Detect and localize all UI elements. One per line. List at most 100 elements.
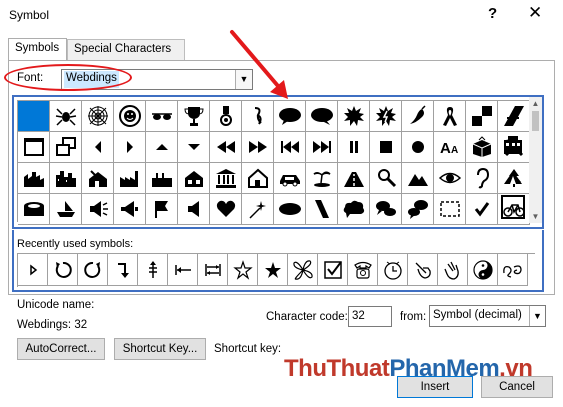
symbol-cell[interactable] [146, 194, 178, 225]
symbol-cell[interactable] [242, 194, 274, 225]
recent-cell[interactable] [378, 254, 408, 286]
symbol-cell[interactable] [50, 101, 82, 132]
symbol-cell[interactable] [306, 101, 338, 132]
symbol-cell[interactable] [434, 101, 466, 132]
recent-cell[interactable] [258, 254, 288, 286]
symbol-cell[interactable] [178, 132, 210, 163]
shortcut-key-button[interactable]: Shortcut Key... [114, 338, 206, 360]
symbol-cell[interactable] [178, 163, 210, 194]
close-icon[interactable]: ✕ [528, 3, 542, 23]
scroll-up-icon[interactable]: ▲ [529, 98, 542, 109]
symbol-cell[interactable] [114, 194, 146, 225]
tab-symbols[interactable]: Symbols [8, 38, 67, 61]
autocorrect-button[interactable]: AutoCorrect... [17, 338, 105, 360]
recent-cell[interactable] [348, 254, 378, 286]
recent-cell[interactable] [468, 254, 498, 286]
symbol-cell[interactable] [306, 194, 338, 225]
symbol-cell[interactable] [210, 101, 242, 132]
symbol-cell[interactable] [146, 132, 178, 163]
chevron-down-icon[interactable]: ▼ [235, 70, 252, 89]
from-label: from: [400, 311, 427, 323]
symbol-cell[interactable] [306, 132, 338, 163]
symbol-cell[interactable] [274, 194, 306, 225]
symbol-cell[interactable] [274, 132, 306, 163]
symbol-cell[interactable] [402, 163, 434, 194]
scroll-thumb[interactable] [532, 111, 539, 131]
symbol-cell[interactable]: AA [434, 132, 466, 163]
symbol-cell[interactable] [114, 101, 146, 132]
symbol-cell[interactable] [370, 132, 402, 163]
help-button[interactable]: ? [488, 5, 497, 22]
symbol-cell[interactable] [498, 129, 528, 160]
symbol-cell[interactable] [146, 163, 178, 194]
font-dropdown[interactable]: Webdings ▼ [61, 69, 253, 90]
recent-cell[interactable] [108, 254, 138, 286]
symbol-cell[interactable] [466, 163, 498, 194]
grid-scrollbar[interactable]: ▲ ▼ [529, 97, 542, 223]
symbol-cell[interactable] [82, 101, 114, 132]
symbol-cell[interactable] [338, 163, 370, 194]
recent-cell[interactable] [78, 254, 108, 286]
recent-cell[interactable] [318, 254, 348, 286]
recent-cell[interactable] [228, 254, 258, 286]
symbol-cell[interactable] [338, 101, 370, 132]
symbol-cell[interactable] [242, 101, 274, 132]
symbol-cell[interactable] [18, 132, 50, 163]
recent-cell[interactable] [168, 254, 198, 286]
symbol-cell[interactable] [306, 163, 338, 194]
symbol-cell[interactable] [18, 194, 50, 225]
symbol-cell[interactable] [274, 101, 306, 132]
symbol-cell[interactable] [402, 101, 434, 132]
symbol-cell[interactable] [242, 163, 274, 194]
recent-cell[interactable] [138, 254, 168, 286]
symbol-cell[interactable] [402, 194, 434, 225]
recent-cell[interactable] [498, 254, 528, 286]
symbol-cell[interactable] [114, 132, 146, 163]
circular-arrow-left-icon [55, 261, 72, 278]
symbol-cell[interactable] [498, 160, 528, 191]
symbol-cell[interactable] [50, 163, 82, 194]
symbol-cell[interactable] [82, 194, 114, 225]
symbol-cell[interactable] [466, 132, 498, 163]
symbol-cell[interactable] [434, 194, 466, 225]
symbol-cell[interactable] [242, 132, 274, 163]
tab-special-characters[interactable]: Special Characters [67, 39, 185, 60]
symbol-cell[interactable] [178, 194, 210, 225]
symbol-cell[interactable] [178, 101, 210, 132]
symbol-cell[interactable] [210, 163, 242, 194]
recent-cell[interactable] [198, 254, 228, 286]
symbol-cell[interactable] [370, 101, 402, 132]
symbol-cell[interactable] [466, 194, 498, 225]
symbol-cell[interactable] [370, 194, 402, 225]
symbol-cell[interactable] [50, 132, 82, 163]
recent-cell[interactable] [408, 254, 438, 286]
font-value: Webdings [64, 71, 119, 88]
symbol-cell[interactable] [50, 194, 82, 225]
symbol-cell-selected[interactable] [18, 101, 50, 132]
from-dropdown[interactable]: Symbol (decimal) ▼ [429, 305, 546, 327]
symbol-cell[interactable] [274, 163, 306, 194]
symbol-cell[interactable] [82, 132, 114, 163]
symbol-cell[interactable] [338, 194, 370, 225]
scroll-down-icon[interactable]: ▼ [529, 211, 542, 222]
symbol-cell[interactable] [18, 163, 50, 194]
recent-cell[interactable] [18, 254, 48, 286]
symbol-cell[interactable] [210, 194, 242, 225]
symbol-cell[interactable] [466, 101, 498, 132]
recent-cell[interactable] [288, 254, 318, 286]
symbol-cell[interactable] [338, 132, 370, 163]
symbol-cell[interactable] [370, 163, 402, 194]
symbol-cell[interactable] [114, 163, 146, 194]
symbol-cell[interactable] [82, 163, 114, 194]
symbol-cell[interactable] [498, 98, 528, 129]
symbol-cell[interactable] [434, 163, 466, 194]
recent-cell[interactable] [48, 254, 78, 286]
character-code-input[interactable]: 32 [348, 306, 392, 327]
symbol-cell[interactable] [210, 132, 242, 163]
chevron-down-icon[interactable]: ▼ [529, 306, 545, 326]
cloud-icon [278, 203, 301, 215]
symbol-cell[interactable] [498, 191, 528, 222]
recent-cell[interactable] [438, 254, 468, 286]
symbol-cell[interactable] [402, 132, 434, 163]
symbol-cell[interactable] [146, 101, 178, 132]
